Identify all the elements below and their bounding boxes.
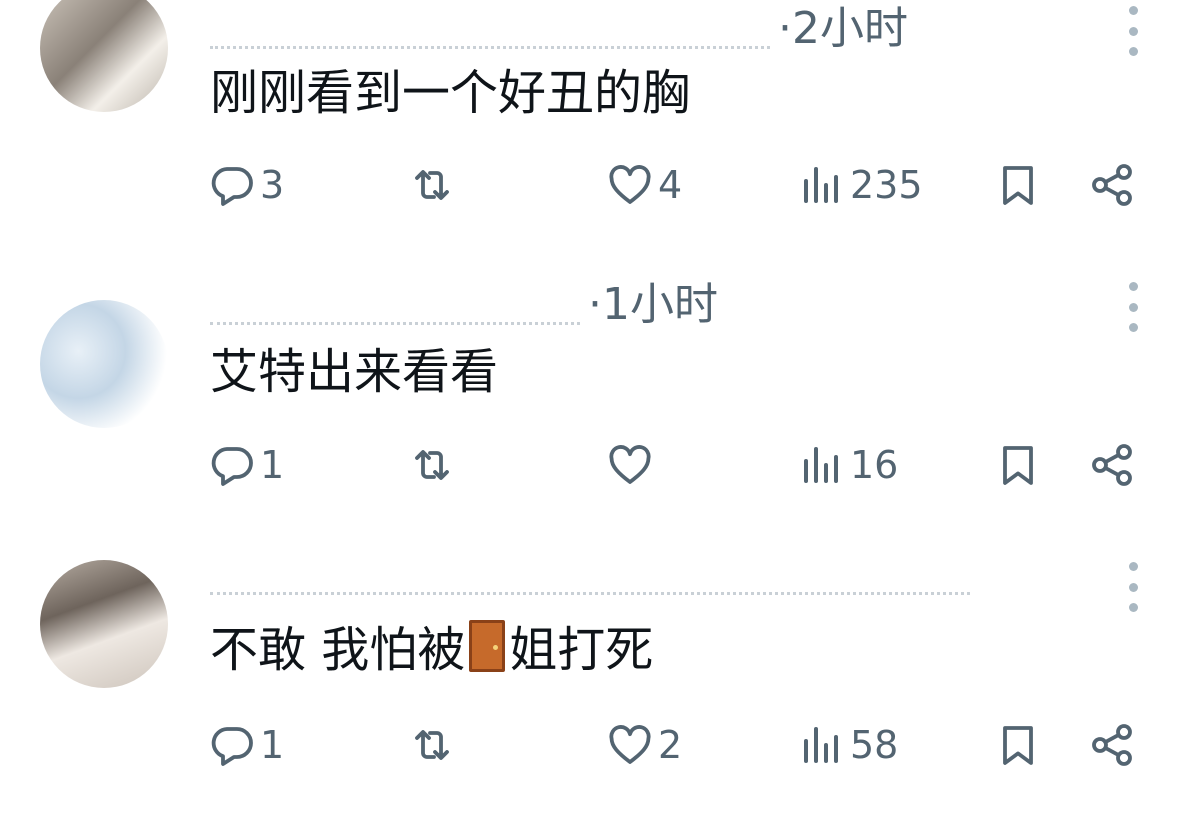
more-vertical-icon [1128, 6, 1138, 15]
share-icon [1088, 721, 1136, 769]
view-count: 16 [850, 443, 899, 487]
like-button[interactable]: 2 [606, 715, 682, 775]
bookmark-button[interactable] [994, 155, 1042, 215]
heart-icon [606, 161, 654, 209]
bookmark-icon [994, 721, 1042, 769]
post-header: ·2小时 [210, 0, 908, 54]
redacted-username [210, 275, 580, 325]
like-button[interactable] [606, 435, 658, 495]
more-vertical-icon [1128, 282, 1138, 291]
reply-button[interactable]: 1 [208, 715, 284, 775]
post-1[interactable]: ·2小时 刚刚看到一个好丑的胸 3 4 235 [0, 0, 1200, 280]
reply-icon [208, 721, 256, 769]
action-bar: 3 4 235 [0, 155, 1200, 215]
bookmark-icon [994, 441, 1042, 489]
redacted-username [210, 545, 970, 595]
post-header [210, 540, 978, 600]
reply-count: 1 [260, 723, 285, 767]
share-button[interactable] [1088, 715, 1136, 775]
repost-button[interactable] [408, 715, 456, 775]
reply-button[interactable]: 1 [208, 435, 284, 495]
reply-icon [208, 441, 256, 489]
view-count: 235 [850, 163, 923, 207]
heart-icon [606, 721, 654, 769]
post-text: 刚刚看到一个好丑的胸 [210, 65, 691, 121]
more-options-button[interactable] [1116, 562, 1150, 612]
views-icon [798, 721, 846, 769]
repost-icon [408, 721, 456, 769]
door-emoji [469, 620, 506, 672]
post-timestamp: ·2小时 [778, 3, 908, 54]
post-text: 不敢 我怕被 姐打死 [210, 620, 653, 680]
avatar[interactable] [40, 0, 168, 112]
like-count: 2 [658, 723, 683, 767]
share-icon [1088, 161, 1136, 209]
heart-icon [606, 441, 654, 489]
repost-button[interactable] [408, 435, 456, 495]
views-icon [798, 161, 846, 209]
repost-icon [408, 161, 456, 209]
avatar[interactable] [40, 300, 168, 428]
views-button[interactable]: 16 [798, 435, 898, 495]
reply-count: 3 [260, 163, 285, 207]
action-bar: 1 2 58 [0, 715, 1200, 775]
post-header: ·1小时 [210, 270, 718, 330]
like-button[interactable]: 4 [606, 155, 682, 215]
avatar[interactable] [40, 560, 168, 688]
post-text-before-emoji: 不敢 我怕被 [210, 622, 466, 678]
post-text: 艾特出来看看 [210, 344, 499, 400]
share-icon [1088, 441, 1136, 489]
bookmark-button[interactable] [994, 435, 1042, 495]
share-button[interactable] [1088, 435, 1136, 495]
views-button[interactable]: 235 [798, 155, 923, 215]
repost-button[interactable] [408, 155, 456, 215]
redacted-username [210, 0, 770, 49]
reply-icon [208, 161, 256, 209]
reply-count: 1 [260, 443, 285, 487]
views-button[interactable]: 58 [798, 715, 898, 775]
post-timestamp: ·1小时 [588, 279, 718, 330]
share-button[interactable] [1088, 155, 1136, 215]
post-2[interactable]: ·1小时 艾特出来看看 1 16 [0, 275, 1200, 560]
repost-icon [408, 441, 456, 489]
more-vertical-icon [1128, 562, 1138, 571]
reply-button[interactable]: 3 [208, 155, 284, 215]
bookmark-button[interactable] [994, 715, 1042, 775]
view-count: 58 [850, 723, 899, 767]
more-options-button[interactable] [1116, 6, 1150, 56]
like-count: 4 [658, 163, 683, 207]
action-bar: 1 16 [0, 435, 1200, 495]
post-3[interactable]: 不敢 我怕被 姐打死 1 2 58 [0, 540, 1200, 820]
views-icon [798, 441, 846, 489]
post-text-after-emoji: 姐打死 [509, 622, 654, 678]
more-options-button[interactable] [1116, 282, 1150, 332]
bookmark-icon [994, 161, 1042, 209]
